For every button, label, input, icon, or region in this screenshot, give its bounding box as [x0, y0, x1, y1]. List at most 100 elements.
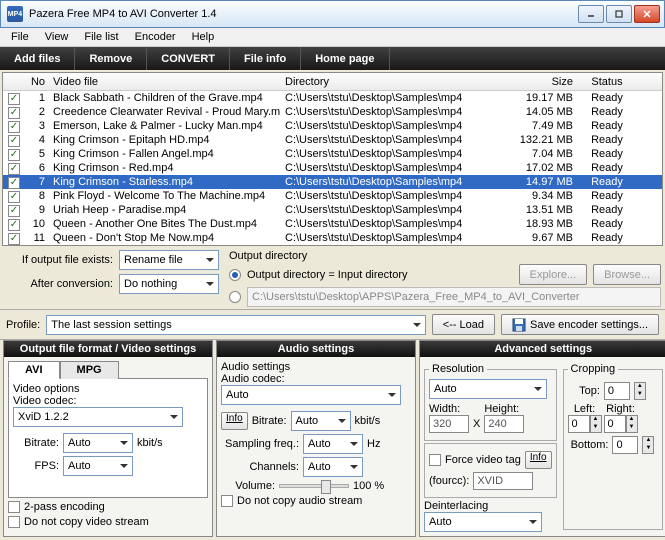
row-checkbox[interactable]: ✓	[8, 191, 20, 203]
table-row[interactable]: ✓9Uriah Heep - Paradise.mp4C:\Users\tstu…	[3, 203, 662, 217]
table-row[interactable]: ✓8Pink Floyd - Welcome To The Machine.mp…	[3, 189, 662, 203]
video-fps-select[interactable]: Auto	[63, 456, 133, 476]
row-checkbox[interactable]: ✓	[8, 219, 20, 231]
twopass-checkbox[interactable]	[8, 501, 20, 513]
window-title: Pazera Free MP4 to AVI Converter 1.4	[29, 8, 578, 20]
after-conv-select[interactable]: Do nothing	[119, 274, 219, 294]
row-checkbox[interactable]: ✓	[8, 163, 20, 175]
row-dir: C:\Users\tstu\Desktop\Samples\mp4	[281, 161, 511, 175]
toolbar-convert[interactable]: CONVERT	[147, 47, 230, 70]
crop-bottom-label: Bottom:	[571, 439, 609, 451]
table-row[interactable]: ✓6King Crimson - Red.mp4C:\Users\tstu\De…	[3, 161, 662, 175]
toolbar-home-page[interactable]: Home page	[301, 47, 389, 70]
table-row[interactable]: ✓3Emerson, Lake & Palmer - Lucky Man.mp4…	[3, 119, 662, 133]
volume-value: 100 %	[353, 480, 384, 492]
menu-file-list[interactable]: File list	[77, 30, 125, 44]
audio-channels-select[interactable]: Auto	[303, 457, 363, 477]
table-row[interactable]: ✓1Black Sabbath - Children of the Grave.…	[3, 91, 662, 105]
deinterlace-select[interactable]: Auto	[424, 512, 542, 532]
col-size[interactable]: Size	[511, 75, 577, 89]
save-profile-button[interactable]: Save encoder settings...	[501, 314, 659, 335]
table-row[interactable]: ✓5King Crimson - Fallen Angel.mp4C:\User…	[3, 147, 662, 161]
browse-button[interactable]: Browse...	[593, 264, 661, 285]
nocopy-video-checkbox[interactable]	[8, 516, 20, 528]
table-row[interactable]: ✓4King Crimson - Epitaph HD.mp4C:\Users\…	[3, 133, 662, 147]
menu-help[interactable]: Help	[185, 30, 222, 44]
force-tag-checkbox[interactable]	[429, 454, 441, 466]
toolbar-remove[interactable]: Remove	[75, 47, 147, 70]
crop-top-spinner[interactable]: ▲▼	[634, 382, 646, 400]
table-row[interactable]: ✓2Creedence Clearwater Revival - Proud M…	[3, 105, 662, 119]
fourcc-input[interactable]	[473, 472, 533, 490]
outdir-same-radio[interactable]	[229, 269, 241, 281]
row-checkbox[interactable]: ✓	[8, 233, 20, 245]
height-label: Height:	[484, 403, 524, 415]
row-status: Ready	[577, 231, 637, 245]
row-checkbox[interactable]: ✓	[8, 205, 20, 217]
tab-mpg[interactable]: MPG	[60, 361, 119, 379]
row-no: 3	[25, 119, 49, 133]
toolbar-add-files[interactable]: Add files	[0, 47, 75, 70]
if-exists-select[interactable]: Rename file	[119, 250, 219, 270]
row-checkbox[interactable]: ✓	[8, 177, 20, 189]
video-codec-select[interactable]: XviD 1.2.2	[13, 407, 183, 427]
row-status: Ready	[577, 189, 637, 203]
crop-left-spinner[interactable]: ▲▼	[590, 415, 602, 433]
width-input[interactable]	[429, 415, 469, 433]
row-dir: C:\Users\tstu\Desktop\Samples\mp4	[281, 105, 511, 119]
minimize-button[interactable]	[578, 5, 604, 23]
row-size: 9.67 MB	[511, 231, 577, 245]
resolution-select[interactable]: Auto	[429, 379, 547, 399]
nocopy-audio-checkbox[interactable]	[221, 495, 233, 507]
height-input[interactable]	[484, 415, 524, 433]
menu-encoder[interactable]: Encoder	[128, 30, 183, 44]
crop-right-input[interactable]	[604, 415, 626, 433]
row-checkbox[interactable]: ✓	[8, 149, 20, 161]
row-checkbox[interactable]: ✓	[8, 121, 20, 133]
row-checkbox[interactable]: ✓	[8, 93, 20, 105]
row-checkbox[interactable]: ✓	[8, 135, 20, 147]
profile-select[interactable]: The last session settings	[46, 315, 425, 335]
crop-left-input[interactable]	[568, 415, 590, 433]
video-bitrate-select[interactable]: Auto	[63, 433, 133, 453]
col-dir[interactable]: Directory	[281, 75, 511, 89]
table-row[interactable]: ✓10Queen - Another One Bites The Dust.mp…	[3, 217, 662, 231]
tab-avi[interactable]: AVI	[8, 361, 60, 379]
row-dir: C:\Users\tstu\Desktop\Samples\mp4	[281, 231, 511, 245]
audio-bitrate-label: Bitrate:	[252, 415, 287, 427]
volume-slider[interactable]	[279, 484, 349, 488]
maximize-button[interactable]	[606, 5, 632, 23]
deinterlace-label: Deinterlacing	[424, 500, 557, 512]
fourcc-info-button[interactable]: Info	[525, 451, 552, 469]
crop-bottom-input[interactable]	[612, 436, 638, 454]
menu-file[interactable]: File	[4, 30, 36, 44]
row-no: 6	[25, 161, 49, 175]
col-no[interactable]: No	[25, 75, 49, 89]
crop-right-spinner[interactable]: ▲▼	[626, 415, 638, 433]
col-status[interactable]: Status	[577, 75, 637, 89]
audio-panel: Audio settings Audio settings Audio code…	[216, 340, 416, 537]
table-row[interactable]: ✓7King Crimson - Starless.mp4C:\Users\ts…	[3, 175, 662, 189]
audio-codec-select[interactable]: Auto	[221, 385, 401, 405]
app-icon: MP4	[7, 6, 23, 22]
row-file: King Crimson - Starless.mp4	[49, 175, 281, 189]
audio-bitrate-select[interactable]: Auto	[291, 411, 351, 431]
menu-view[interactable]: View	[38, 30, 76, 44]
row-file: Queen - Another One Bites The Dust.mp4	[49, 217, 281, 231]
nocopy-video-label: Do not copy video stream	[24, 516, 149, 528]
crop-top-input[interactable]	[604, 382, 630, 400]
audio-freq-select[interactable]: Auto	[303, 434, 363, 454]
explore-button[interactable]: Explore...	[519, 264, 587, 285]
close-button[interactable]	[634, 5, 660, 23]
table-row[interactable]: ✓11Queen - Don't Stop Me Now.mp4C:\Users…	[3, 231, 662, 245]
toolbar-file-info[interactable]: File info	[230, 47, 301, 70]
col-file[interactable]: Video file	[49, 75, 281, 89]
audio-info-button[interactable]: Info	[221, 412, 248, 430]
load-profile-button[interactable]: <-- Load	[432, 314, 495, 335]
row-checkbox[interactable]: ✓	[8, 107, 20, 119]
crop-bottom-spinner[interactable]: ▲▼	[642, 436, 654, 454]
outdir-custom-radio[interactable]	[229, 291, 241, 303]
row-file: King Crimson - Epitaph HD.mp4	[49, 133, 281, 147]
row-status: Ready	[577, 217, 637, 231]
row-no: 2	[25, 105, 49, 119]
